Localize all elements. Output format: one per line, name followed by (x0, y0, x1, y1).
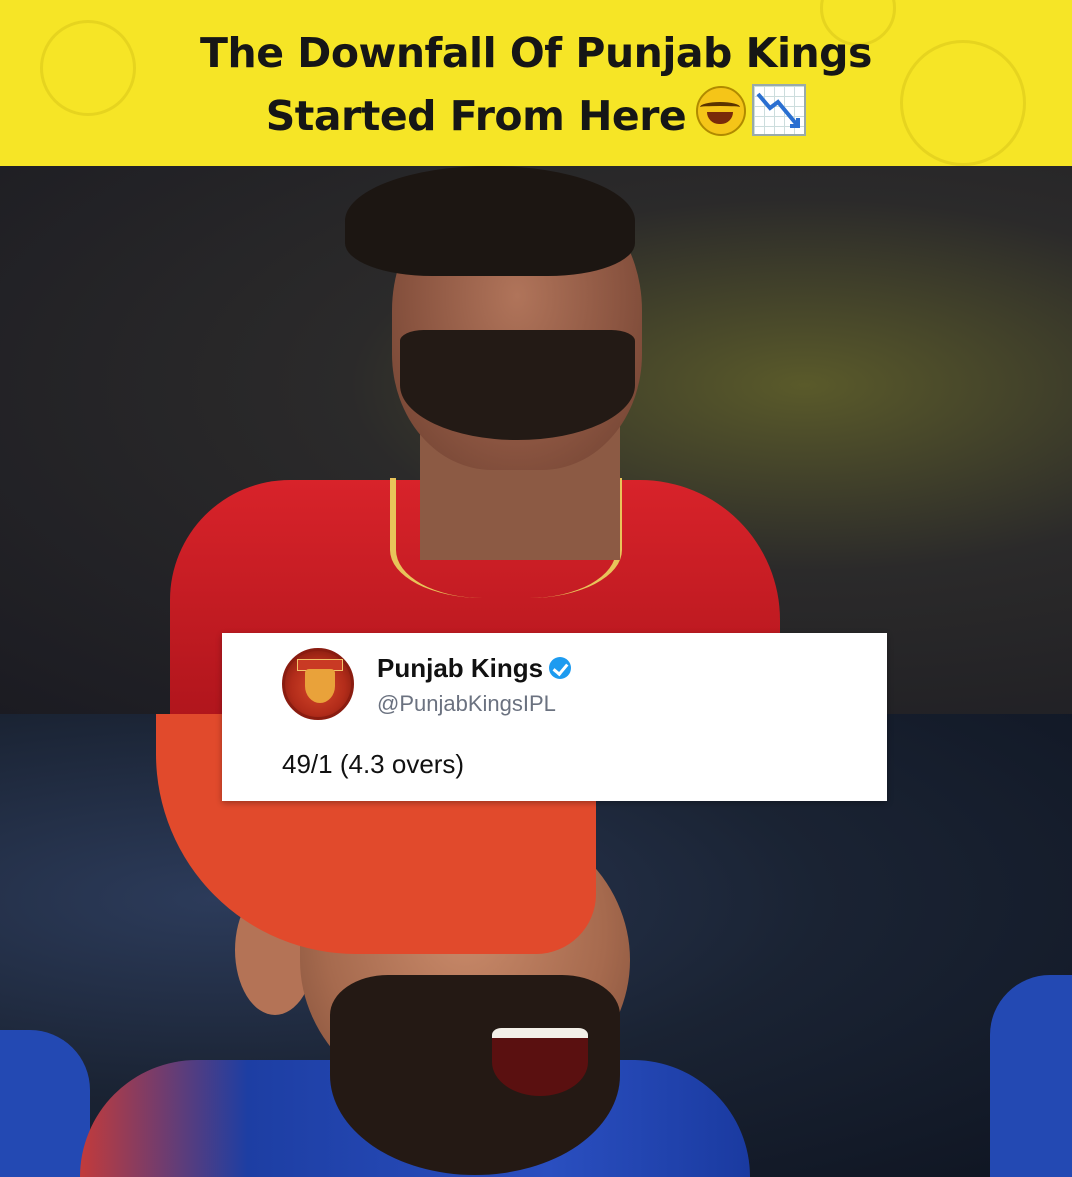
laughing-emoji-icon (696, 86, 747, 136)
player-mouth (492, 1028, 588, 1096)
chart-decreasing-icon (752, 84, 807, 136)
verified-badge-icon (549, 657, 572, 679)
tweet-handle[interactable]: @PunjabKingsIPL (377, 691, 556, 717)
tweet-display-name[interactable]: Punjab Kings (377, 653, 572, 684)
punjab-kings-logo-icon[interactable] (282, 648, 354, 720)
player-hair (345, 166, 635, 276)
teammate-left (0, 1030, 90, 1177)
headline-line-2: Started From Here (0, 84, 1072, 147)
display-name-text[interactable]: Punjab Kings (377, 653, 543, 683)
tweet-card[interactable]: Punjab Kings @PunjabKingsIPL 49/1 (4.3 o… (222, 633, 887, 801)
headline-line-1: The Downfall Of Punjab Kings (200, 29, 872, 77)
tweet-text: 49/1 (4.3 overs) (282, 749, 465, 779)
logo-shield (305, 669, 335, 703)
headline-line-2-text: Started From Here (265, 92, 687, 140)
headline-text: The Downfall Of Punjab Kings Started Fro… (0, 22, 1072, 147)
headline-banner: The Downfall Of Punjab Kings Started Fro… (0, 0, 1072, 166)
player-beard (400, 330, 635, 440)
teammate-right (990, 975, 1072, 1177)
